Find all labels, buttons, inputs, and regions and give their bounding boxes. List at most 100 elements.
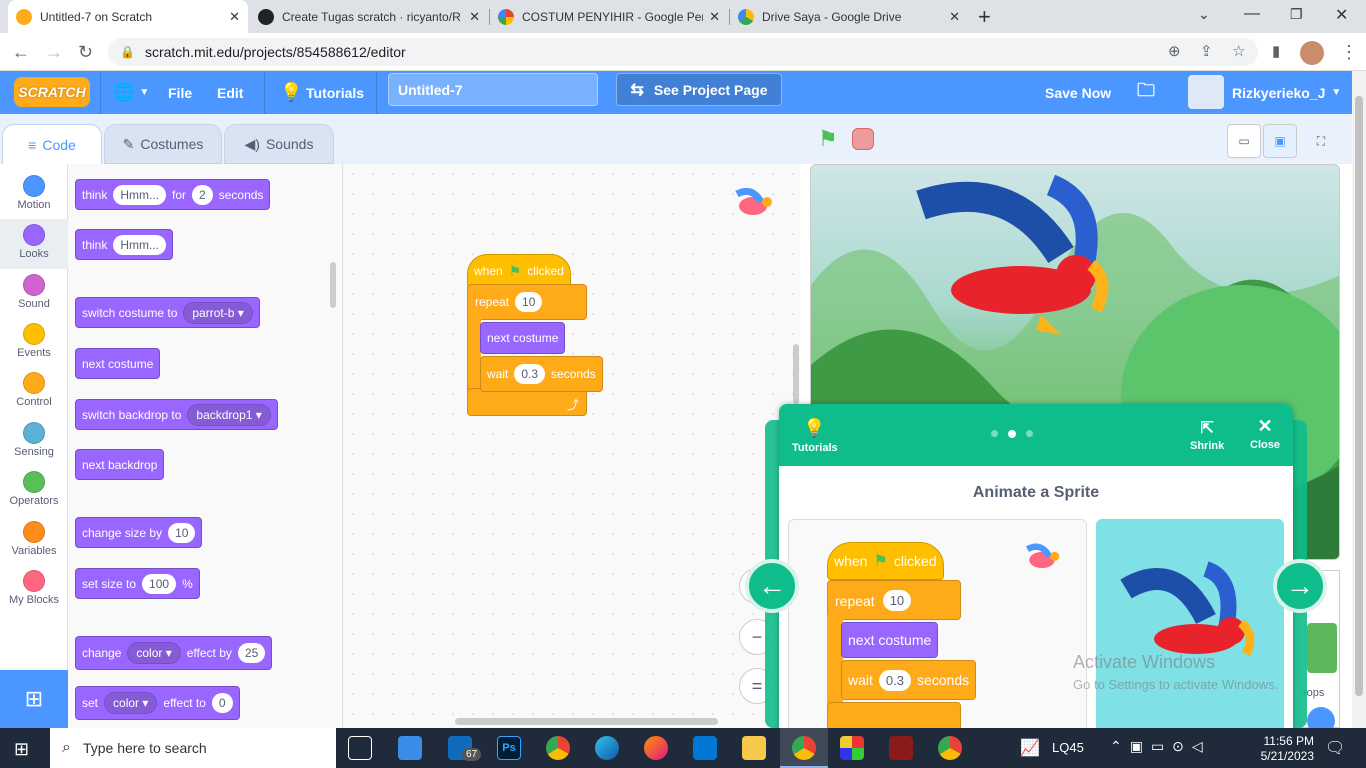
browser-menu-icon[interactable]: ⋮ bbox=[1340, 42, 1358, 63]
close-button[interactable]: ✕ Close bbox=[1250, 416, 1280, 451]
vscode-icon[interactable] bbox=[693, 736, 717, 760]
close-tab-icon[interactable]: ✕ bbox=[469, 9, 480, 25]
chrome-alt-icon[interactable] bbox=[938, 736, 962, 760]
code-workspace[interactable]: when ⚑ clicked repeat 10 next costume wait 0… bbox=[343, 164, 800, 728]
category-motion[interactable]: Motion bbox=[0, 170, 68, 220]
shrink-button[interactable]: ⇱ Shrink bbox=[1190, 418, 1224, 452]
browser-tab-drive[interactable]: Drive Saya - Google Drive ✕ bbox=[730, 0, 968, 33]
bookmark-star-icon[interactable]: ☆ bbox=[1232, 42, 1245, 60]
profile-avatar[interactable] bbox=[1300, 41, 1324, 65]
tutorials-link[interactable]: Tutorials bbox=[792, 442, 838, 454]
stock-ticker[interactable]: LQ45 bbox=[1052, 740, 1084, 755]
browser-tab-google-search[interactable]: COSTUM PENYIHIR - Google Pen ✕ bbox=[490, 0, 728, 33]
task-view-icon[interactable] bbox=[348, 736, 372, 760]
category-sound[interactable]: Sound bbox=[0, 269, 68, 319]
category-control[interactable]: Control bbox=[0, 367, 68, 417]
file-menu[interactable]: File bbox=[168, 71, 192, 114]
block-next-backdrop[interactable]: next backdrop bbox=[75, 449, 165, 480]
close-tab-icon[interactable]: ✕ bbox=[229, 9, 240, 25]
tutorial-next-button[interactable]: → bbox=[1273, 559, 1327, 613]
fullscreen-button[interactable]: ⛶ bbox=[1304, 124, 1338, 158]
chrome-active-indicator[interactable] bbox=[780, 728, 828, 768]
effect-dropdown[interactable]: color ▾ bbox=[127, 642, 181, 664]
new-tab-button[interactable]: + bbox=[978, 4, 991, 30]
browser-tab-scratch[interactable]: Untitled-7 on Scratch ✕ bbox=[8, 0, 248, 33]
tab-code[interactable]: ≡ Code bbox=[2, 124, 102, 164]
restore-window-icon[interactable]: ❐ bbox=[1290, 6, 1303, 23]
file-explorer-icon[interactable] bbox=[742, 736, 766, 760]
green-flag-button[interactable]: ⚑ bbox=[818, 126, 838, 152]
category-sensing[interactable]: Sensing bbox=[0, 417, 68, 467]
category-events[interactable]: Events bbox=[0, 318, 68, 368]
block-change-effect[interactable]: change color ▾ effect by 25 bbox=[75, 636, 273, 670]
chrome-icon[interactable] bbox=[546, 736, 570, 760]
large-stage-button[interactable]: ▣ bbox=[1263, 124, 1297, 158]
photoshop-icon[interactable]: Ps bbox=[497, 736, 521, 760]
backdrop-dropdown[interactable]: backdrop1 ▾ bbox=[187, 403, 271, 426]
block-set-effect[interactable]: set color ▾ effect to 0 bbox=[75, 686, 240, 720]
see-project-page-button[interactable]: ⇆ See Project Page bbox=[616, 73, 782, 106]
taskbar-search-box[interactable]: ⌕ Type here to search bbox=[50, 728, 336, 768]
edge-icon[interactable] bbox=[595, 736, 619, 760]
block-wait-seconds[interactable]: wait 0.3 seconds bbox=[480, 356, 603, 392]
tutorials-menu[interactable]: Tutorials bbox=[306, 71, 364, 114]
block-next-costume-script[interactable]: next costume bbox=[480, 322, 566, 354]
side-panel-icon[interactable]: ▮ bbox=[1272, 42, 1280, 60]
category-looks[interactable]: Looks bbox=[0, 219, 68, 269]
reload-icon[interactable]: ↻ bbox=[78, 42, 93, 63]
language-globe-icon[interactable]: 🌐 ▼ bbox=[113, 71, 149, 114]
firefox-icon[interactable] bbox=[644, 736, 668, 760]
tab-costumes[interactable]: ✎ Costumes bbox=[104, 124, 222, 164]
block-next-costume[interactable]: next costume bbox=[75, 348, 161, 379]
forward-arrow-icon[interactable]: → bbox=[45, 42, 63, 63]
clock[interactable]: 11:56 PM 5/21/2023 bbox=[1232, 734, 1314, 764]
small-stage-button[interactable]: ▭ bbox=[1227, 124, 1261, 158]
tab-search-chevron-icon[interactable]: ⌄ bbox=[1198, 6, 1210, 23]
store-icon[interactable] bbox=[398, 736, 422, 760]
category-variables[interactable]: Variables bbox=[0, 516, 68, 566]
effect-dropdown[interactable]: color ▾ bbox=[104, 692, 158, 714]
account-menu[interactable]: Rizkyerieko_J ▼ bbox=[1232, 71, 1341, 114]
close-tab-icon[interactable]: ✕ bbox=[949, 9, 960, 25]
browser-tab-github[interactable]: Create Tugas scratch · ricyanto/R ✕ bbox=[250, 0, 488, 33]
windows-start-icon[interactable]: ⊞ bbox=[14, 739, 29, 760]
tutorial-prev-button[interactable]: ← bbox=[745, 559, 799, 613]
back-arrow-icon[interactable]: ← bbox=[12, 42, 30, 63]
winrar-icon[interactable] bbox=[889, 736, 913, 760]
category-my-blocks[interactable]: My Blocks bbox=[0, 565, 68, 615]
user-avatar[interactable] bbox=[1188, 75, 1224, 109]
block-think[interactable]: think Hmm... bbox=[75, 229, 174, 260]
block-change-size[interactable]: change size by 10 bbox=[75, 517, 203, 548]
my-stuff-folder-icon[interactable]: 🗀 bbox=[1137, 71, 1155, 114]
notification-icon[interactable]: 🗨 bbox=[1325, 738, 1345, 758]
stop-sign-button[interactable] bbox=[852, 128, 874, 150]
palette-scrollbar[interactable] bbox=[330, 262, 336, 308]
block-switch-costume[interactable]: switch costume to parrot-b ▾ bbox=[75, 297, 260, 328]
edit-menu[interactable]: Edit bbox=[217, 71, 243, 114]
costume-dropdown[interactable]: parrot-b ▾ bbox=[183, 301, 253, 324]
share-icon[interactable]: ⇪ bbox=[1200, 42, 1213, 60]
scrollbar-thumb[interactable] bbox=[1355, 96, 1363, 696]
system-tray-icons[interactable]: ⌃▣▭⊙◁ bbox=[1110, 738, 1211, 755]
category-operators[interactable]: Operators bbox=[0, 466, 68, 516]
zoom-icon[interactable]: ⊕ bbox=[1168, 42, 1181, 60]
project-title-input[interactable]: Untitled-7 bbox=[388, 73, 598, 106]
preview-repeat-label: repeat 10 bbox=[835, 590, 912, 611]
address-bar[interactable]: 🔒 scratch.mit.edu/projects/854588612/edi… bbox=[108, 38, 1258, 66]
add-extension-button[interactable]: ⊞ bbox=[0, 670, 68, 728]
block-set-size[interactable]: set size to 100% bbox=[75, 568, 200, 599]
close-tab-icon[interactable]: ✕ bbox=[709, 9, 720, 25]
scratch-logo[interactable]: SCRATCH bbox=[14, 77, 90, 107]
backdrop-thumbnail[interactable] bbox=[1307, 623, 1337, 673]
block-think-for-seconds[interactable]: think Hmm... for 2 seconds bbox=[75, 179, 271, 210]
save-now-button[interactable]: Save Now bbox=[1045, 71, 1111, 114]
app-grid-icon[interactable] bbox=[840, 736, 864, 760]
close-window-icon[interactable]: ✕ bbox=[1335, 5, 1348, 25]
tab-sounds[interactable]: ◀) Sounds bbox=[224, 124, 334, 164]
workspace-vscrollbar[interactable] bbox=[793, 344, 799, 404]
page-scrollbar[interactable] bbox=[1352, 71, 1366, 728]
block-when-flag-clicked[interactable]: when ⚑ clicked bbox=[467, 254, 571, 288]
block-switch-backdrop[interactable]: switch backdrop to backdrop1 ▾ bbox=[75, 399, 278, 430]
minimize-window-icon[interactable]: — bbox=[1244, 5, 1260, 23]
workspace-hscrollbar[interactable] bbox=[455, 718, 718, 725]
